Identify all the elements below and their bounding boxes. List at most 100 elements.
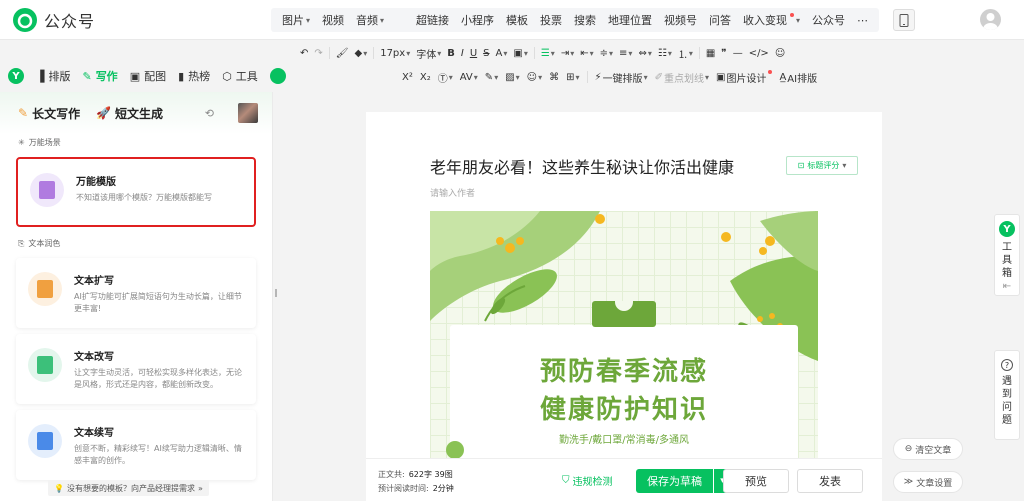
text-border-icon[interactable]: Ⓣ ▾ [438,70,453,85]
violation-check-button[interactable]: ⛉ 违规检测 [562,473,613,488]
user-avatar[interactable] [980,9,1001,30]
read-time: 预计阅读时间: 2分钟 [378,484,454,493]
group2-item[interactable]: 小程序 [455,12,500,28]
divider [586,71,588,83]
indent-icon[interactable]: ⇥ ▾ [561,48,574,59]
menu-label: 超链接 [416,14,450,27]
assistant-logo-icon[interactable]: Y [8,68,24,84]
menu-label: 搜索 [574,14,597,27]
key-points-button[interactable]: ✐ 重点划线 ▾ [655,70,709,85]
outdent-icon[interactable]: ⇤ ▾ [580,48,593,59]
group1-item[interactable]: 音频 ▾ [350,12,390,28]
group2-item[interactable]: 投票 [534,12,568,28]
article-settings-button[interactable]: ≫ 文章设置 [893,471,963,493]
table-icon[interactable]: ▦ [706,48,715,59]
save-draft-button[interactable]: 保存为草稿 [636,469,713,493]
align-left-icon[interactable]: ☰ ▾ [541,48,555,59]
sticker-icon[interactable]: ☺ ▾ [527,72,542,83]
group2-item[interactable]: 收入变现 ▾ [737,12,806,28]
font-size-select[interactable]: 17px ▾ [380,48,410,59]
short-gen-tab[interactable]: 🚀 短文生成 [96,105,163,122]
author-field[interactable]: 请输入作者 [430,186,475,199]
template-card[interactable]: 文本改写 让文字生动灵活，可轻松实现多样化表达，无论是风格，形式还是内容，都能创新… [16,334,256,404]
template-card[interactable]: 万能模版 不知道该用哪个模版？万能模版都能写 [16,157,256,227]
top-header: 公众号 图片 ▾ 视频 音频 ▾ 超链接 小程序 模板 投票 搜索 地理位置 视频号 问答 收入变现 ▾ 公… [0,0,1024,40]
profile-thumbnail[interactable] [238,103,258,123]
ai-layout-button[interactable]: A̲ AI排版 [779,70,817,85]
divider [698,47,700,59]
char-spacing-icon[interactable]: AV ▾ [460,72,478,83]
font-family-select[interactable]: 字体 ▾ [416,46,441,61]
underline-icon[interactable]: U [470,48,477,59]
chevron-down-icon: ▾ [306,15,311,25]
help-panel-button[interactable]: ? 遇 到 问 题 [994,350,1020,440]
paragraph-spacing-icon[interactable]: ≡ ▾ [619,48,632,59]
tab-label: 写作 [95,70,118,83]
quote-icon[interactable]: ❞ [721,48,726,59]
html-icon[interactable]: ⌘ [549,72,559,83]
history-icon[interactable]: ⟲ [205,107,214,120]
subscript-icon[interactable]: X₂ [420,72,431,83]
mobile-preview-button[interactable] [893,9,915,31]
picture-insert-icon[interactable]: ▨ ▾ [505,72,519,83]
clear-format-icon[interactable]: ◆ ▾ [354,48,367,59]
panel-collapse-handle[interactable]: ‖ [273,288,279,302]
assistant-toggle[interactable] [269,68,286,84]
redo-icon[interactable]: ↷ [314,48,322,59]
question-icon: ? [1001,359,1013,371]
line-height-icon[interactable]: ≑ ▾ [600,48,613,59]
superscript-icon[interactable]: X² [402,72,413,83]
highlight-icon[interactable]: ▣ ▾ [513,48,527,59]
format-painter-icon[interactable]: 🖌 [336,48,349,59]
code-icon[interactable]: </> [749,48,769,59]
group2-item[interactable]: 公众号 [806,12,851,28]
card-title: 文本扩写 [74,276,114,287]
group2-item[interactable]: 问答 [703,12,737,28]
app-logo[interactable]: 公众号 [12,7,95,33]
toolbox-panel-button[interactable]: Y 工 具 箱 ⇤ [994,214,1020,296]
image-design-button[interactable]: ▣ 图片设计 [716,70,773,85]
cover-slogan: 勤洗手/戴口罩/常消毒/多通风 [558,435,690,446]
group2-item[interactable]: ⋯ [851,14,874,27]
template-card[interactable]: 文本扩写 AI扩写功能可扩展简短语句为生动长篇，让细节更丰富! [16,258,256,328]
group2-item[interactable]: 地理位置 [602,12,658,28]
group1-item[interactable]: 图片 ▾ [276,12,316,28]
italic-icon[interactable]: I [461,48,464,59]
numbered-list-icon[interactable]: ⒈ ▾ [678,46,693,61]
assistant-tab-4[interactable]: ⬡ 工具 [222,68,258,84]
assistant-tab-0[interactable]: ▐ 排版 [36,68,70,84]
assistant-tab-1[interactable]: ✎ 写作 [82,68,117,84]
rocket-icon: 🚀 [96,106,112,120]
assistant-tab-2[interactable]: ▣ 配图 [130,68,166,84]
group2-item[interactable]: 搜索 [568,12,602,28]
template-doc-icon [28,272,62,306]
divider [533,47,535,59]
bullet-list-icon[interactable]: ☷ ▾ [658,48,672,59]
polish-icon: ⎘ [18,238,25,248]
assistant-tab-3[interactable]: ▮ 热榜 [178,68,210,84]
insert-menu: 图片 ▾ 视频 音频 ▾ 超链接 小程序 模板 投票 搜索 地理位置 视频号 问答 收入变现 ▾ 公众号 ⋯ [271,8,880,32]
letter-spacing-icon[interactable]: ⇔ ▾ [638,48,651,59]
article-title[interactable]: 老年朋友必看！这些养生秘诀让你活出健康 [430,154,734,178]
undo-icon[interactable]: ↶ [300,48,308,59]
template-card[interactable]: 文本续写 创意不断，精彩续写！AI续写助力逻辑清晰、情感丰富的创作。 [16,410,256,480]
group2-item[interactable]: 视频号 [658,12,703,28]
strikethrough-icon[interactable]: S [483,48,489,59]
preview-button[interactable]: 预览 [723,469,789,493]
group1-item[interactable]: 视频 [316,12,350,28]
title-score-button[interactable]: ⊡ 标题评分 ▾ [786,156,858,175]
long-write-tab[interactable]: ✎ 长文写作 [18,105,80,122]
more-icon[interactable]: ⊞ ▾ [566,72,579,83]
emoji-icon[interactable]: ☺ [775,48,785,59]
group2-item[interactable]: 模板 [500,12,534,28]
one-click-layout-button[interactable]: ⚡ 一键排版 ▾ [595,70,648,85]
font-color-icon[interactable]: A ▾ [496,48,508,59]
publish-button[interactable]: 发表 [797,469,863,493]
divider-line-icon[interactable]: — [733,48,743,59]
feedback-link[interactable]: 💡 没有想要的模板？向产品经理提需求» [48,480,209,496]
clear-article-button[interactable]: ⊖ 清空文章 [893,438,963,460]
bold-icon[interactable]: B [447,48,455,59]
magic-wand-icon[interactable]: ✎ ▾ [485,72,498,83]
card-text: 文本扩写 AI扩写功能可扩展简短语句为生动长篇，让细节更丰富! [74,272,244,315]
group2-item[interactable]: 超链接 [410,12,455,28]
